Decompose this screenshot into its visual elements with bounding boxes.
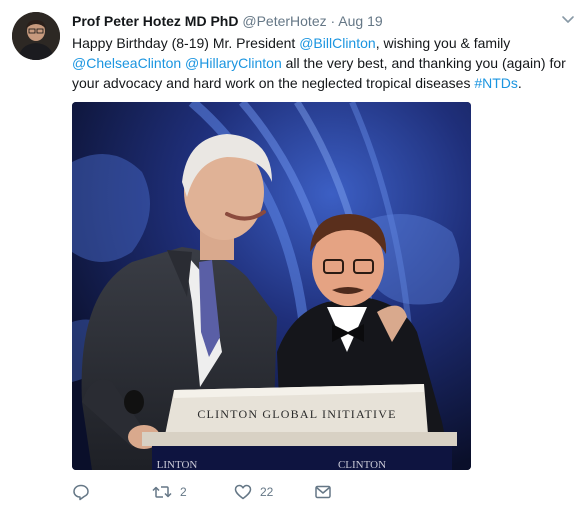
retweet-button[interactable]: 2 xyxy=(152,482,187,502)
display-name[interactable]: Prof Peter Hotez MD PhD xyxy=(72,13,238,29)
podium-sign: CLINTON GLOBAL INITIATIVE xyxy=(197,407,396,421)
mention-link[interactable]: @HillaryClinton xyxy=(185,55,282,71)
mention-link[interactable]: @BillClinton xyxy=(299,35,375,51)
like-button[interactable]: 22 xyxy=(234,482,273,502)
tweet-photo[interactable]: CLINTON GLOBAL INITIATIVE LINTON CLINTON xyxy=(72,102,471,470)
heart-icon xyxy=(234,484,252,500)
event-photo: CLINTON GLOBAL INITIATIVE LINTON CLINTON xyxy=(72,102,471,470)
tweet-header: Prof Peter Hotez MD PhD @PeterHotez · Au… xyxy=(72,12,547,30)
tweet-text-part: Happy Birthday (8-19) Mr. President xyxy=(72,35,300,51)
reply-icon xyxy=(73,484,89,501)
retweet-count: 2 xyxy=(180,485,187,499)
tweet-text-part: . xyxy=(517,75,522,91)
avatar-photo xyxy=(12,12,60,60)
direct-message-button[interactable] xyxy=(314,482,332,502)
hashtag-link[interactable]: #NTDs xyxy=(474,75,518,91)
tweet-text-part: , wishing you & family xyxy=(375,35,511,51)
like-count: 22 xyxy=(260,485,274,499)
reply-button[interactable] xyxy=(72,482,98,502)
chevron-down-icon[interactable] xyxy=(561,12,575,26)
mention-link[interactable]: @ChelseaClinton xyxy=(72,55,181,71)
handle[interactable]: @PeterHotez xyxy=(242,13,326,29)
header-separator: · xyxy=(330,13,336,29)
tweet-date[interactable]: Aug 19 xyxy=(338,13,382,29)
tweet-card[interactable]: Prof Peter Hotez MD PhD @PeterHotez · Au… xyxy=(0,0,587,512)
banner-text-right: CLINTON xyxy=(338,459,386,470)
tweet-actions: 2 22 xyxy=(72,482,492,502)
tweet-text: Happy Birthday (8-19) Mr. President @Bil… xyxy=(72,33,572,93)
retweet-icon xyxy=(152,486,172,498)
message-icon xyxy=(315,485,331,499)
banner-text-left: LINTON xyxy=(157,459,198,470)
avatar[interactable] xyxy=(12,12,60,60)
